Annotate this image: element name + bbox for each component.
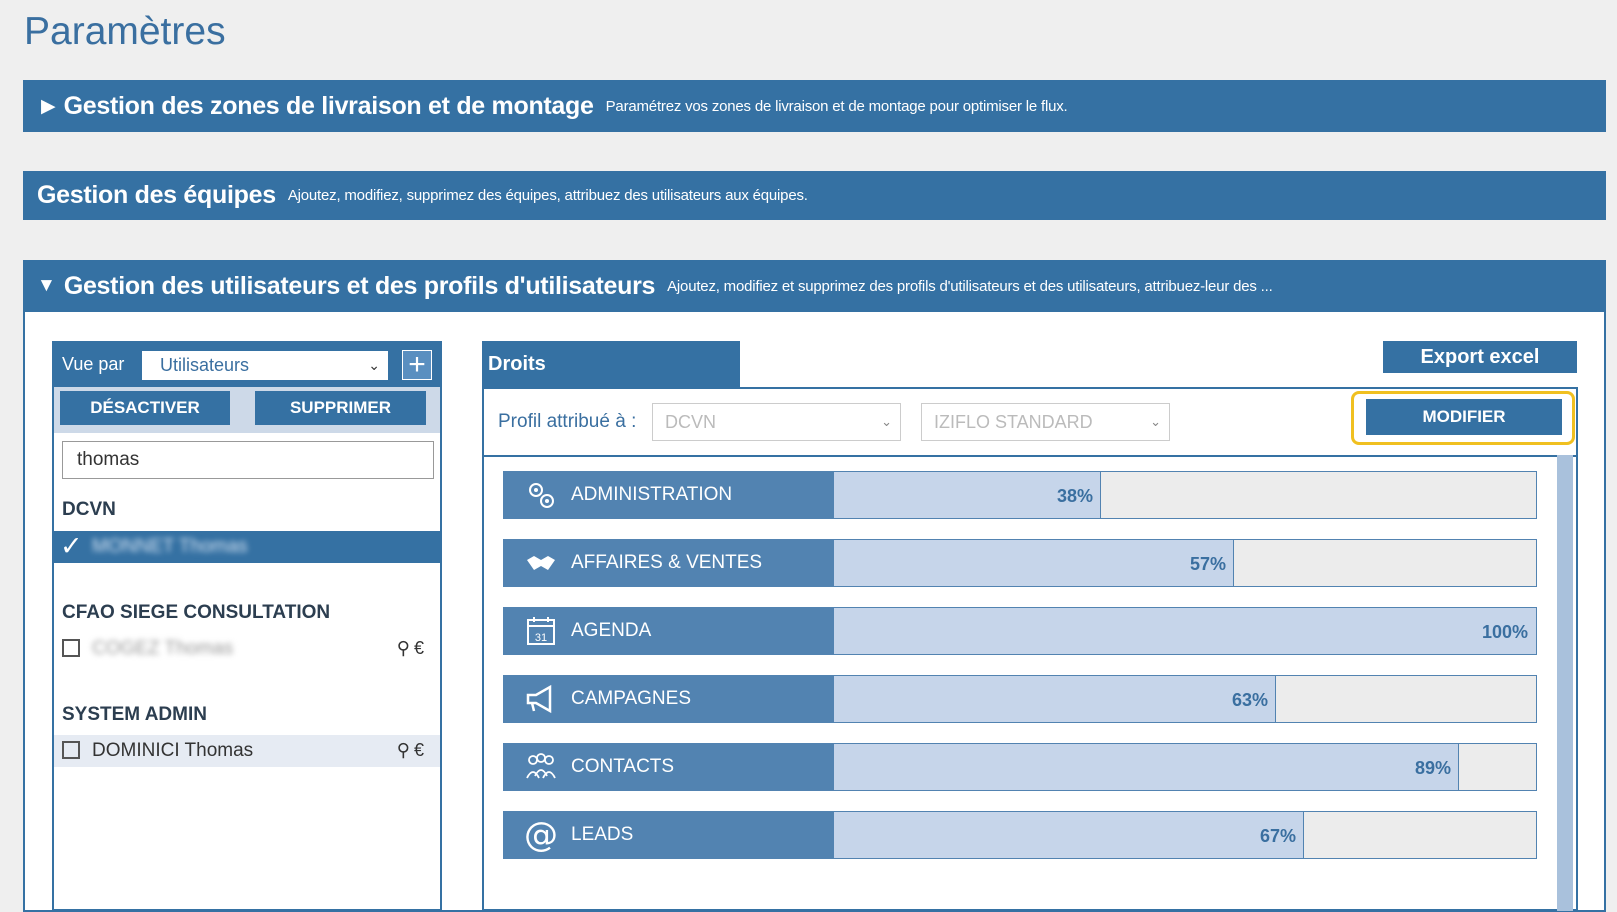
svg-text:@: @ (524, 817, 558, 853)
group-title: DCVN (62, 499, 116, 520)
permission-progress-track: 100% (833, 607, 1537, 655)
calendar-icon: 31 (523, 607, 559, 655)
permission-row[interactable]: 31 AGENDA 100% (503, 607, 1537, 655)
permission-progress-track: 67% (833, 811, 1537, 859)
profil-value: DCVN (665, 412, 717, 432)
section-description: Ajoutez, modifiez et supprimez des profi… (667, 277, 1273, 295)
permission-row[interactable]: ADMINISTRATION 38% (503, 471, 1537, 519)
permission-label: CAMPAGNES (503, 675, 833, 723)
tab-droits[interactable]: Droits (482, 341, 740, 387)
no-euro-icon: € (413, 638, 428, 658)
section-equipes-header[interactable]: Gestion des équipes Ajoutez, modifiez, s… (23, 171, 1606, 220)
permission-label: AFFAIRES & VENTES (503, 539, 833, 587)
permission-percent: 57% (1189, 554, 1226, 574)
expand-arrow-icon: ▶ (41, 95, 56, 117)
permission-percent: 38% (1056, 486, 1093, 506)
permission-progress-fill (834, 812, 1304, 858)
people-icon (523, 743, 559, 791)
location-icon: ⚲ (396, 740, 414, 760)
section-title: Gestion des équipes (37, 181, 276, 209)
chevron-down-icon: ⌄ (368, 357, 380, 373)
user-name: COGEZ Thomas (92, 638, 234, 659)
permission-label: ADMINISTRATION (503, 471, 833, 519)
user-checkbox[interactable] (62, 741, 80, 759)
handshake-icon (523, 539, 559, 587)
permission-label: CONTACTS (503, 743, 833, 791)
user-name: DOMINICI Thomas (92, 740, 254, 761)
permission-percent: 63% (1231, 690, 1268, 710)
permission-name: CAMPAGNES (571, 688, 692, 709)
permission-progress-fill (834, 676, 1276, 722)
permission-name: LEADS (571, 824, 634, 845)
chevron-down-icon: ⌄ (881, 414, 892, 429)
user-row[interactable]: DOMINICI Thomas ⚲€ (54, 735, 440, 767)
section-utilisateurs-header[interactable]: ▼ Gestion des utilisateurs et des profil… (23, 260, 1606, 312)
chevron-down-icon: ⌄ (1150, 414, 1161, 429)
section-description: Ajoutez, modifiez, supprimez des équipes… (287, 187, 808, 204)
collapse-arrow-icon: ▼ (37, 275, 56, 296)
vue-par-select[interactable]: Utilisateurs ⌄ (142, 351, 388, 380)
permission-progress-track: 89% (833, 743, 1537, 791)
user-row[interactable]: COGEZ Thomas ⚲€ (54, 633, 440, 665)
profil-label: Profil attribué à : (498, 411, 637, 432)
permission-row[interactable]: CAMPAGNES 63% (503, 675, 1537, 723)
page-title: Paramètres (24, 10, 226, 53)
permission-label: 31 AGENDA (503, 607, 833, 655)
deactivate-button[interactable]: DÉSACTIVER (60, 391, 230, 425)
users-panel-header: Vue par Utilisateurs ⌄ + (54, 343, 440, 387)
section-title: Gestion des utilisateurs et des profils … (63, 271, 656, 300)
permission-progress-track: 57% (833, 539, 1537, 587)
section-title: Gestion des zones de livraison et de mon… (63, 91, 594, 120)
no-euro-icon: € (413, 740, 428, 760)
permission-percent: 100% (1481, 622, 1528, 642)
permission-label: @ LEADS (503, 811, 833, 859)
permission-progress-fill (834, 540, 1234, 586)
group-title: SYSTEM ADMIN (62, 704, 207, 725)
permission-name: AGENDA (571, 620, 652, 641)
section-zones-header[interactable]: ▶ Gestion des zones de livraison et de m… (23, 80, 1606, 132)
user-checkbox[interactable] (62, 639, 80, 657)
svg-text:31: 31 (535, 632, 547, 644)
users-actions: DÉSACTIVER SUPPRIMER (54, 387, 440, 433)
template-select[interactable]: IZIFLO STANDARD ⌄ (921, 403, 1170, 441)
permission-progress-track: 38% (833, 471, 1537, 519)
users-panel: Vue par Utilisateurs ⌄ + DÉSACTIVER SUPP… (52, 341, 442, 911)
permission-name: CONTACTS (571, 756, 675, 777)
at-icon: @ (523, 811, 559, 859)
permission-progress-fill (834, 744, 1459, 790)
permission-progress-track: 63% (833, 675, 1537, 723)
export-excel-button[interactable]: Export excel (1383, 341, 1577, 373)
profil-select[interactable]: DCVN ⌄ (652, 403, 901, 441)
delete-button[interactable]: SUPPRIMER (255, 391, 426, 425)
permission-name: AFFAIRES & VENTES (571, 552, 763, 573)
vue-par-value: Utilisateurs (160, 355, 250, 375)
user-name: MONNET Thomas (92, 536, 248, 557)
group-title: CFAO SIEGE CONSULTATION (62, 602, 331, 623)
permission-row[interactable]: @ LEADS 67% (503, 811, 1537, 859)
gears-icon (523, 471, 559, 519)
permission-row[interactable]: AFFAIRES & VENTES 57% (503, 539, 1537, 587)
permission-name: ADMINISTRATION (571, 484, 733, 505)
permission-percent: 67% (1259, 826, 1296, 846)
user-row[interactable]: ✓ MONNET Thomas (54, 531, 440, 563)
megaphone-icon (523, 675, 559, 723)
checkmark-icon: ✓ (60, 531, 83, 561)
scrollbar[interactable] (1557, 455, 1573, 911)
user-search-input[interactable]: thomas (62, 441, 434, 479)
location-icon: ⚲ (396, 638, 414, 658)
permission-row[interactable]: CONTACTS 89% (503, 743, 1537, 791)
add-user-button[interactable]: + (402, 350, 432, 380)
template-value: IZIFLO STANDARD (934, 412, 1093, 432)
permission-progress-fill (834, 608, 1536, 654)
vue-par-label: Vue par (62, 354, 125, 374)
modifier-button[interactable]: MODIFIER (1366, 399, 1562, 435)
permission-percent: 89% (1414, 758, 1451, 778)
section-description: Paramétrez vos zones de livraison et de … (605, 97, 1068, 115)
